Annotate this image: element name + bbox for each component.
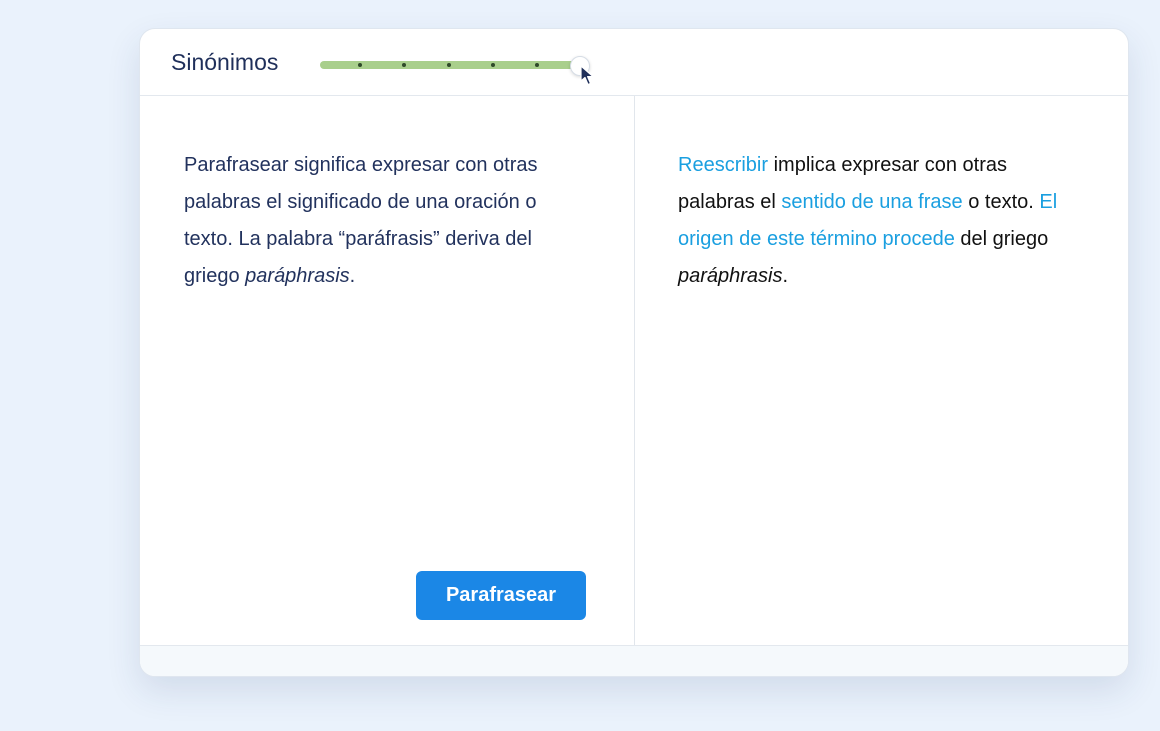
output-text: Reescribir implica expresar con otras pa… (678, 147, 1088, 295)
slider-step-dot (491, 63, 495, 67)
input-italic-word: paráphrasis (245, 265, 350, 287)
card-footer (140, 645, 1128, 676)
slider-step-dot (358, 63, 362, 67)
output-plain-text: o texto. (962, 191, 1040, 213)
slider-step-dot (402, 63, 406, 67)
paraphraser-card: Sinónimos Parafrasear significa expresar… (139, 28, 1129, 677)
changed-phrase[interactable]: sentido de una frase (781, 191, 962, 213)
output-plain-text: del griego (954, 228, 1049, 250)
paraphrase-button[interactable]: Parafrasear (416, 571, 586, 620)
changed-phrase[interactable]: Reescribir (678, 154, 768, 176)
mode-label: Sinónimos (171, 49, 279, 75)
input-text-end: . (349, 265, 356, 287)
panel-divider (634, 96, 635, 646)
slider-step-dot (447, 63, 451, 67)
cursor-arrow-icon (580, 65, 594, 86)
output-text-end: . (782, 265, 789, 287)
input-text-body: Parafrasear significa expresar con otras… (184, 154, 538, 287)
synonyms-slider[interactable] (318, 51, 598, 86)
card-header: Sinónimos (140, 29, 1128, 96)
input-text[interactable]: Parafrasear significa expresar con otras… (184, 147, 584, 295)
slider-step-dot (535, 63, 539, 67)
output-italic-word: paráphrasis (678, 265, 783, 287)
